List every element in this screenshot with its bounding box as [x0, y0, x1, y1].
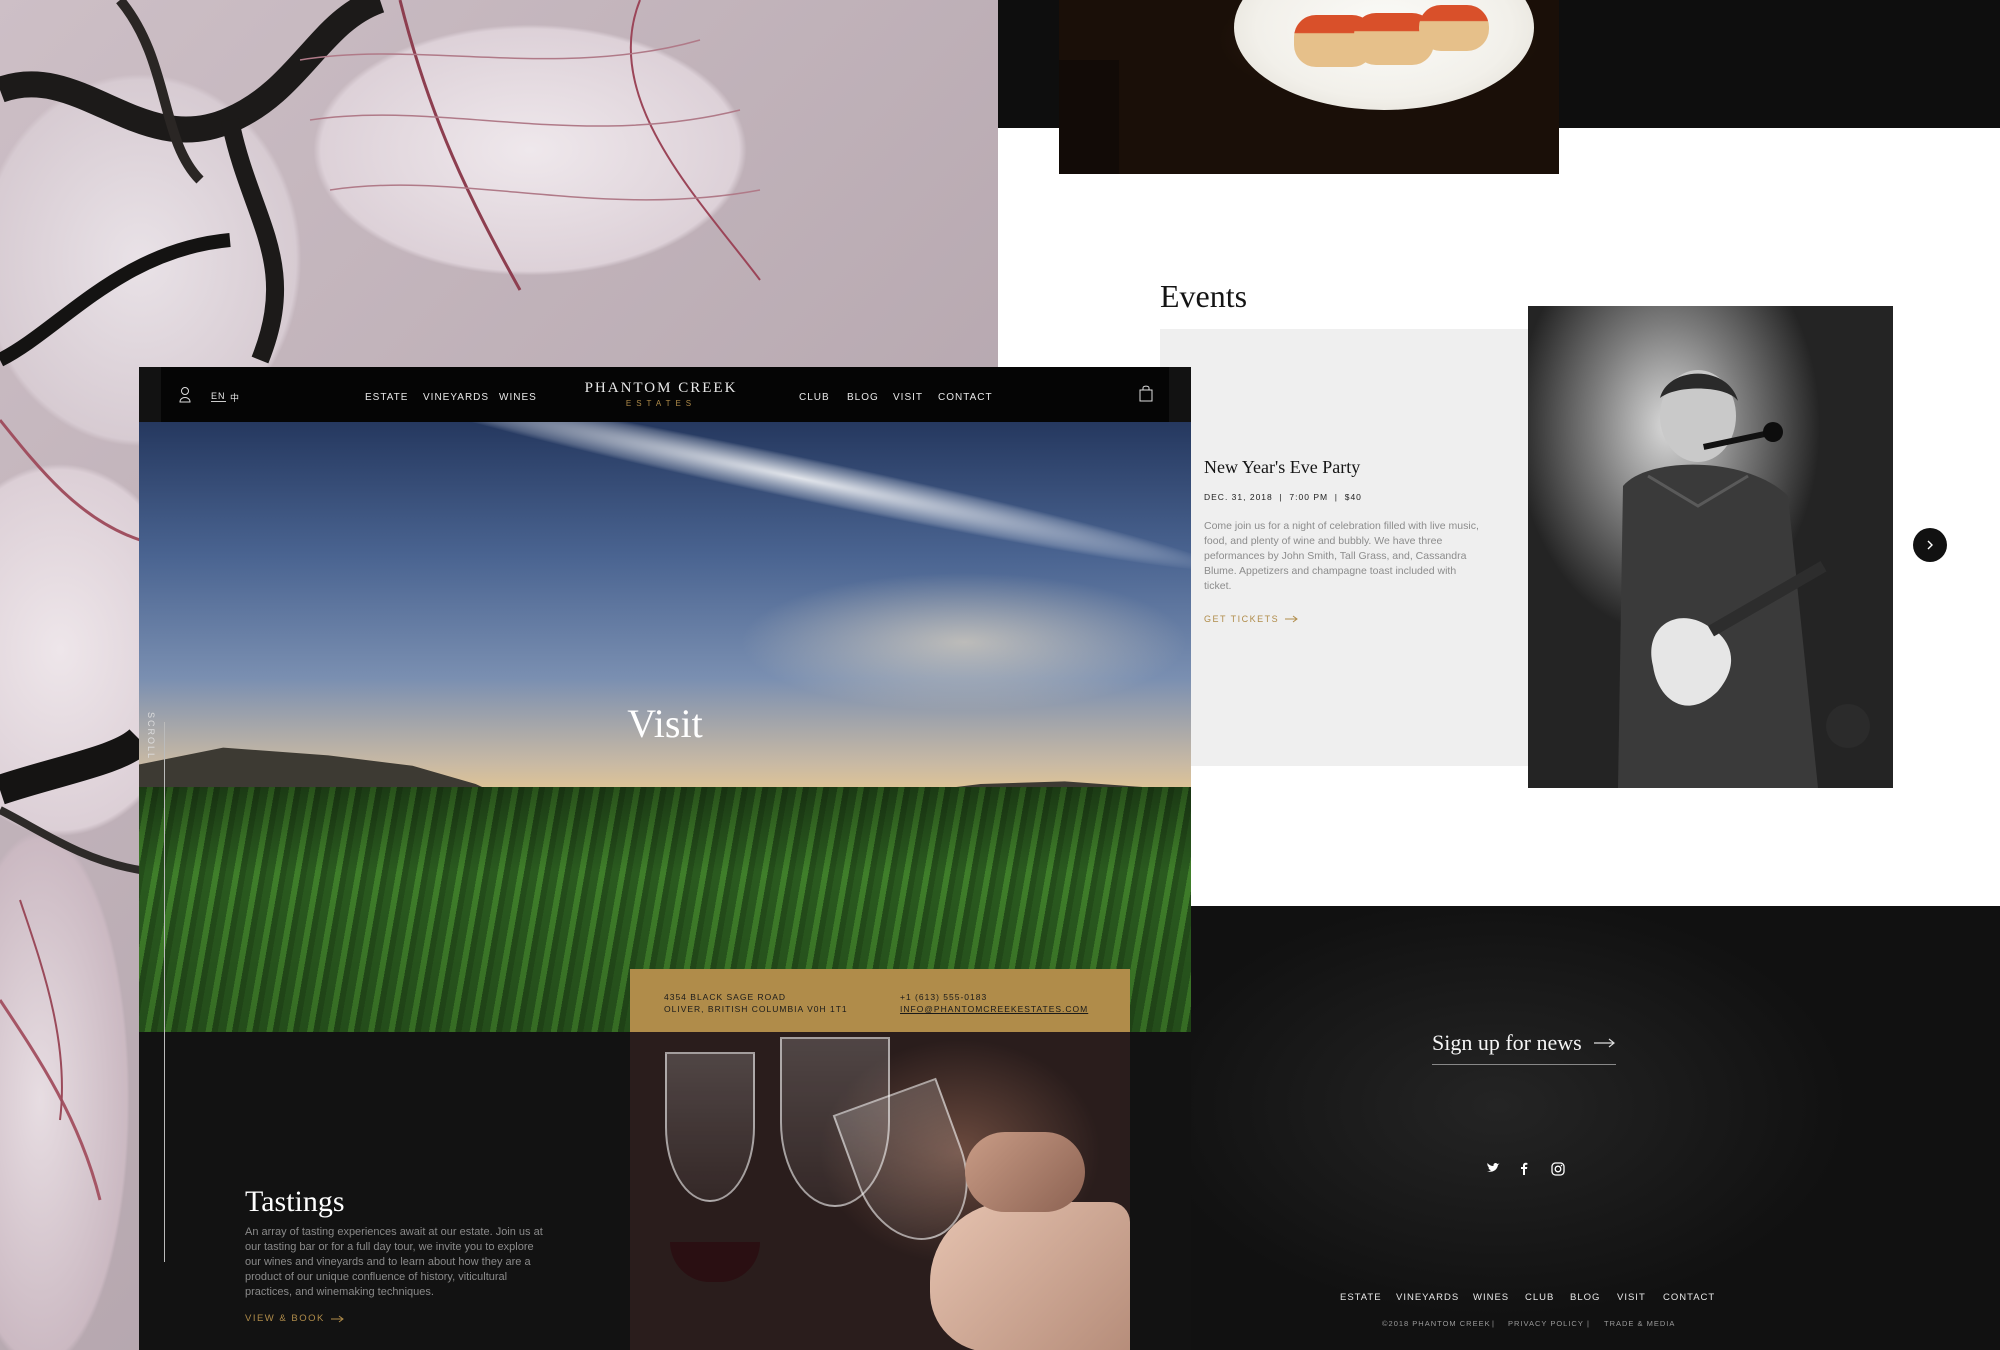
- footer-nav-blog[interactable]: BLOG: [1570, 1292, 1600, 1303]
- nav-vineyards[interactable]: VINEYARDS: [423, 392, 489, 403]
- footer-separator: |: [1587, 1319, 1590, 1328]
- instagram-link[interactable]: [1551, 1162, 1565, 1179]
- footer-nav-vineyards[interactable]: VINEYARDS: [1396, 1292, 1459, 1303]
- hero-title: Visit: [627, 701, 703, 746]
- hero-vineyard-image: Visit: [139, 422, 1191, 1032]
- signup-label: Sign up for news: [1432, 1030, 1582, 1055]
- nav-club[interactable]: CLUB: [799, 392, 830, 403]
- nav-visit[interactable]: VISIT: [893, 392, 923, 403]
- scroll-indicator-line: [164, 722, 165, 1262]
- address-line-2: OLIVER, BRITISH COLUMBIA V0H 1T1: [664, 1004, 848, 1014]
- nav-blog[interactable]: BLOG: [847, 392, 879, 403]
- next-event-button[interactable]: [1913, 528, 1947, 562]
- footer-nav-estate[interactable]: ESTATE: [1340, 1292, 1382, 1303]
- top-navigation: EN 中 ESTATE VINEYARDS WINES PHANTOM CREE…: [161, 367, 1169, 422]
- facebook-icon: [1521, 1162, 1528, 1175]
- plate-image: [1234, 0, 1534, 110]
- phone-number[interactable]: +1 (613) 555-0183: [900, 991, 987, 1003]
- newsletter-signup-link[interactable]: Sign up for news: [1432, 1030, 1616, 1065]
- facebook-link[interactable]: [1520, 1162, 1528, 1178]
- red-wine: [670, 1242, 760, 1282]
- event-description: Come join us for a night of celebration …: [1204, 520, 1479, 592]
- address-line-1: 4354 BLACK SAGE ROAD: [664, 992, 787, 1002]
- twitter-icon: [1487, 1162, 1500, 1172]
- get-tickets-label: GET TICKETS: [1204, 614, 1280, 624]
- event-card: New Year's Eve Party DEC. 31, 2018 | 7:0…: [1160, 329, 1530, 766]
- tastings-heading: Tastings: [245, 1185, 345, 1218]
- brand-subtitle: ESTATES: [625, 399, 697, 408]
- twitter-link[interactable]: [1486, 1162, 1500, 1177]
- email-link[interactable]: INFO@PHANTOMCREEKESTATES.COM: [900, 1003, 1088, 1015]
- hand-holding-glass: [930, 1202, 1130, 1350]
- cloud-streak: [374, 422, 1191, 588]
- nav-estate[interactable]: ESTATE: [365, 392, 408, 403]
- instagram-icon: [1551, 1162, 1565, 1176]
- tastings-description: An array of tasting experiences await at…: [245, 1226, 543, 1298]
- nav-wines[interactable]: WINES: [499, 392, 537, 403]
- get-tickets-link[interactable]: GET TICKETS: [1204, 614, 1299, 624]
- hand-with-bracelet: [965, 1132, 1085, 1212]
- events-heading: Events: [1160, 278, 1248, 314]
- copyright: ©2018 PHANTOM CREEK: [1382, 1319, 1491, 1328]
- privacy-policy-link[interactable]: PRIVACY POLICY: [1508, 1319, 1584, 1328]
- language-en[interactable]: EN: [211, 391, 226, 402]
- event-name: New Year's Eve Party: [1204, 457, 1361, 477]
- arrow-right-icon: [1285, 615, 1299, 623]
- event-performer-photo: [1528, 306, 1893, 788]
- performer-illustration: [1618, 370, 1870, 788]
- view-and-book-label: VIEW & BOOK: [245, 1313, 325, 1324]
- nav-contact[interactable]: CONTACT: [938, 392, 993, 403]
- contact-info-bar: 4354 BLACK SAGE ROAD OLIVER, BRITISH COL…: [630, 969, 1130, 1032]
- footer-nav-contact[interactable]: CONTACT: [1663, 1292, 1715, 1303]
- footer-nav-wines[interactable]: WINES: [1473, 1292, 1509, 1303]
- trade-media-link[interactable]: TRADE & MEDIA: [1604, 1319, 1675, 1328]
- view-and-book-link[interactable]: VIEW & BOOK: [245, 1313, 345, 1324]
- scroll-label: SCROLL: [146, 712, 156, 761]
- food-photo: [1059, 0, 1559, 174]
- arrow-right-icon: [1593, 1038, 1615, 1048]
- footer-nav-club[interactable]: CLUB: [1525, 1292, 1554, 1303]
- user-icon[interactable]: [179, 386, 191, 403]
- footer-separator: |: [1492, 1319, 1495, 1328]
- visit-page-window: Visit EN 中 ESTATE VINEYARDS WINES PHANTO…: [139, 367, 1191, 1350]
- wine-toast-photo: [630, 1032, 1130, 1350]
- wine-glass: [665, 1052, 755, 1202]
- chair-silhouette: [1059, 60, 1119, 174]
- brand-logo[interactable]: PHANTOM CREEK: [561, 380, 761, 397]
- chevron-right-icon: [1927, 540, 1933, 550]
- sunset-glow: [739, 572, 1189, 712]
- cart-icon[interactable]: [1139, 385, 1153, 402]
- event-meta: DEC. 31, 2018 | 7:00 PM | $40: [1204, 492, 1362, 502]
- arrow-right-icon: [330, 1315, 344, 1322]
- footer-nav-visit[interactable]: VISIT: [1617, 1292, 1646, 1303]
- language-zh[interactable]: 中: [230, 391, 240, 404]
